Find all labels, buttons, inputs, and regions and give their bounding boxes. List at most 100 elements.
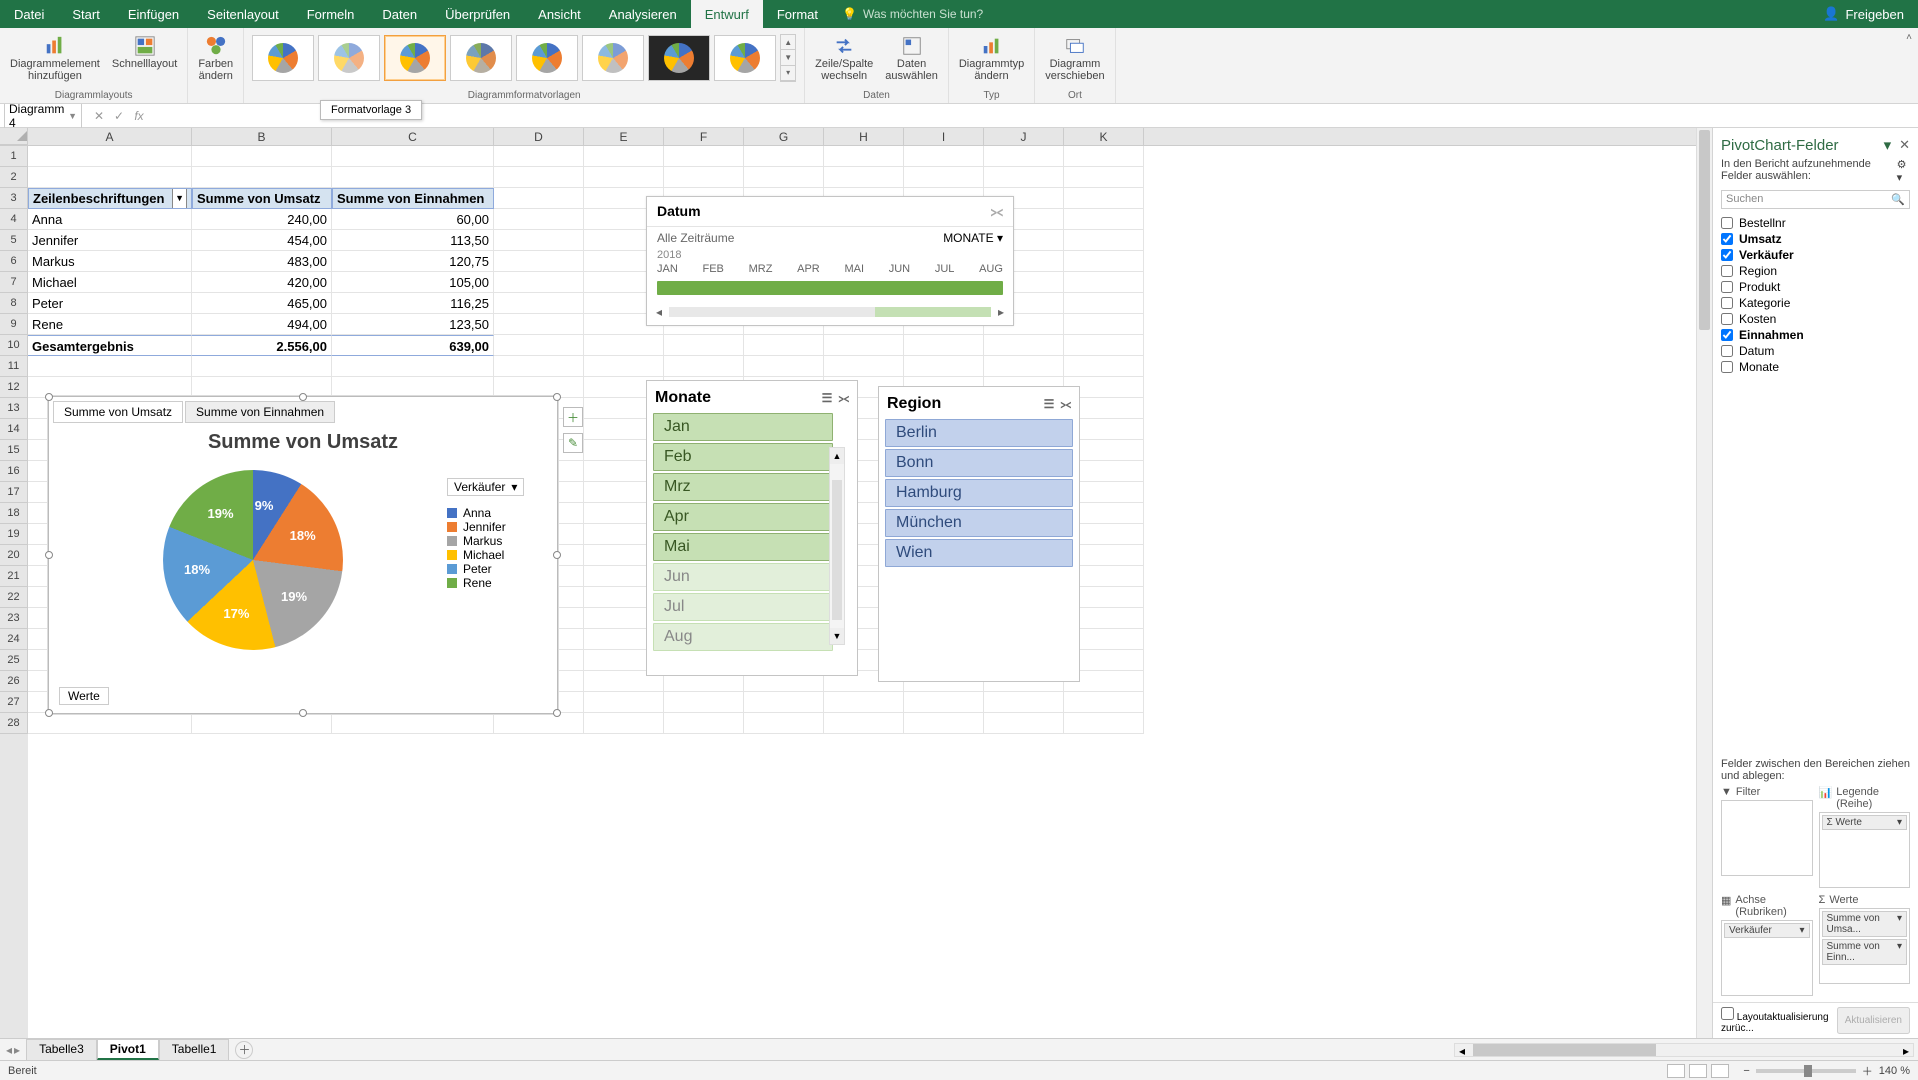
slicer-monate[interactable]: Monate ☰⪥ JanFebMrzAprMaiJunJulAug ▲ ▼ <box>646 380 858 676</box>
column-header-K[interactable]: K <box>1064 128 1144 145</box>
timeline-month[interactable]: MRZ <box>749 263 773 275</box>
row-header[interactable]: 7 <box>0 272 28 293</box>
timeline-level-dropdown[interactable]: MONATE ▾ <box>943 231 1003 245</box>
add-sheet-button[interactable]: ＋ <box>235 1041 253 1059</box>
field-item[interactable]: Region <box>1721 263 1910 279</box>
row-header[interactable]: 6 <box>0 251 28 272</box>
column-header-G[interactable]: G <box>744 128 824 145</box>
pie-plot-area[interactable]: 9%18%19%17%18%19% <box>163 470 343 650</box>
ribbon-tab-format[interactable]: Format <box>763 0 832 28</box>
timeline-month[interactable]: JAN <box>657 263 678 275</box>
field-item[interactable]: Produkt <box>1721 279 1910 295</box>
panel-options-icon[interactable]: ▾ <box>1884 136 1892 154</box>
share-button[interactable]: 👤 Freigeben <box>1809 6 1918 22</box>
slicer-scrollbar[interactable]: ▲ ▼ <box>829 447 845 645</box>
field-item[interactable]: Kategorie <box>1721 295 1910 311</box>
timeline-scroll-left[interactable]: ◂ <box>651 305 667 319</box>
row-header[interactable]: 22 <box>0 587 28 608</box>
row-header[interactable]: 24 <box>0 629 28 650</box>
column-header-H[interactable]: H <box>824 128 904 145</box>
slicer-item[interactable]: Jun <box>653 563 833 591</box>
style-thumb-6[interactable] <box>582 35 644 81</box>
slicer-item[interactable]: Jan <box>653 413 833 441</box>
clear-filter-icon[interactable]: ⪥ <box>838 391 849 406</box>
slicer-item[interactable]: Mrz <box>653 473 833 501</box>
timeline-scrollbar[interactable] <box>669 307 991 317</box>
row-header[interactable]: 18 <box>0 503 28 524</box>
change-colors-button[interactable]: Farben ändern <box>194 32 237 84</box>
row-header[interactable]: 3 <box>0 188 28 209</box>
column-header-C[interactable]: C <box>332 128 494 145</box>
sheet-tab[interactable]: Pivot1 <box>97 1039 159 1060</box>
timeline-month[interactable]: APR <box>797 263 820 275</box>
field-item[interactable]: Datum <box>1721 343 1910 359</box>
timeline-month[interactable]: JUN <box>889 263 910 275</box>
row-header[interactable]: 20 <box>0 545 28 566</box>
chart-value-tab[interactable]: Summe von Umsatz <box>53 401 183 423</box>
ribbon-tab-überprüfen[interactable]: Überprüfen <box>431 0 524 28</box>
enter-icon[interactable]: ✓ <box>110 109 128 123</box>
timeline-slicer-datum[interactable]: Datum⪥ Alle ZeiträumeMONATE ▾ 2018 JANFE… <box>646 196 1014 326</box>
row-header[interactable]: 23 <box>0 608 28 629</box>
row-header[interactable]: 5 <box>0 230 28 251</box>
horizontal-scrollbar[interactable]: ◂▸ <box>1454 1043 1914 1057</box>
slicer-region[interactable]: Region ☰⪥ BerlinBonnHamburgMünchenWien <box>878 386 1080 682</box>
cancel-icon[interactable]: ✕ <box>90 109 108 123</box>
legend-item[interactable]: Markus <box>447 534 547 548</box>
chart-elements-button[interactable]: ＋ <box>563 407 583 427</box>
slicer-item[interactable]: Wien <box>885 539 1073 567</box>
field-item[interactable]: Umsatz <box>1721 231 1910 247</box>
style-gallery-scroll[interactable]: ▲▼▾ <box>780 34 796 82</box>
ribbon-tab-start[interactable]: Start <box>58 0 113 28</box>
value-pill-einnahmen[interactable]: Summe von Einn...▾ <box>1822 939 1908 965</box>
update-button[interactable]: Aktualisieren <box>1837 1007 1910 1034</box>
select-data-button[interactable]: Daten auswählen <box>881 32 942 84</box>
column-header-F[interactable]: F <box>664 128 744 145</box>
slicer-item[interactable]: München <box>885 509 1073 537</box>
row-header[interactable]: 1 <box>0 146 28 167</box>
ribbon-tab-formeln[interactable]: Formeln <box>293 0 369 28</box>
chart-title[interactable]: Summe von Umsatz <box>49 431 557 454</box>
slicer-item[interactable]: Feb <box>653 443 833 471</box>
row-header[interactable]: 27 <box>0 692 28 713</box>
row-header[interactable]: 17 <box>0 482 28 503</box>
row-header[interactable]: 19 <box>0 524 28 545</box>
row-header[interactable]: 16 <box>0 461 28 482</box>
slicer-item[interactable]: Berlin <box>885 419 1073 447</box>
column-header-A[interactable]: A <box>28 128 192 145</box>
slicer-item[interactable]: Bonn <box>885 449 1073 477</box>
clear-filter-icon[interactable]: ⪥ <box>991 203 1003 220</box>
style-thumb-4[interactable] <box>450 35 512 81</box>
normal-view-button[interactable] <box>1667 1064 1685 1078</box>
switch-row-column-button[interactable]: Zeile/Spalte wechseln <box>811 32 877 84</box>
page-break-view-button[interactable] <box>1711 1064 1729 1078</box>
row-header[interactable]: 11 <box>0 356 28 377</box>
zoom-slider[interactable] <box>1756 1069 1856 1073</box>
column-header-D[interactable]: D <box>494 128 584 145</box>
value-pill-umsatz[interactable]: Summe von Umsa...▾ <box>1822 911 1908 937</box>
sheet-nav-prev[interactable]: ◂ <box>6 1043 12 1057</box>
slicer-item[interactable]: Hamburg <box>885 479 1073 507</box>
slicer-item[interactable]: Apr <box>653 503 833 531</box>
row-header[interactable]: 25 <box>0 650 28 671</box>
panel-layout-icon[interactable]: ⚙ ▾ <box>1897 158 1910 184</box>
defer-layout-checkbox[interactable]: Layoutaktualisierung zurüc... <box>1721 1007 1837 1034</box>
legend-item[interactable]: Anna <box>447 506 547 520</box>
row-header[interactable]: 13 <box>0 398 28 419</box>
zoom-level[interactable]: 140 % <box>1879 1065 1910 1077</box>
timeline-month[interactable]: MAI <box>844 263 864 275</box>
name-box[interactable]: Diagramm 4▼ <box>4 100 82 132</box>
add-chart-element-button[interactable]: Diagrammelement hinzufügen <box>6 32 104 84</box>
ribbon-tab-analysieren[interactable]: Analysieren <box>595 0 691 28</box>
style-thumb-2[interactable] <box>318 35 380 81</box>
column-header-J[interactable]: J <box>984 128 1064 145</box>
style-thumb-3[interactable] <box>384 35 446 81</box>
row-header[interactable]: 15 <box>0 440 28 461</box>
style-thumb-1[interactable] <box>252 35 314 81</box>
legend-item[interactable]: Jennifer <box>447 520 547 534</box>
chart-filters-button[interactable]: ✎ <box>563 433 583 453</box>
sheet-tab[interactable]: Tabelle1 <box>159 1039 230 1060</box>
worksheet-area[interactable]: ABCDEFGHIJK 1234567891011121314151617181… <box>0 128 1712 1038</box>
style-thumb-8[interactable] <box>714 35 776 81</box>
axis-pill-verkaeufer[interactable]: Verkäufer▾ <box>1724 923 1810 938</box>
